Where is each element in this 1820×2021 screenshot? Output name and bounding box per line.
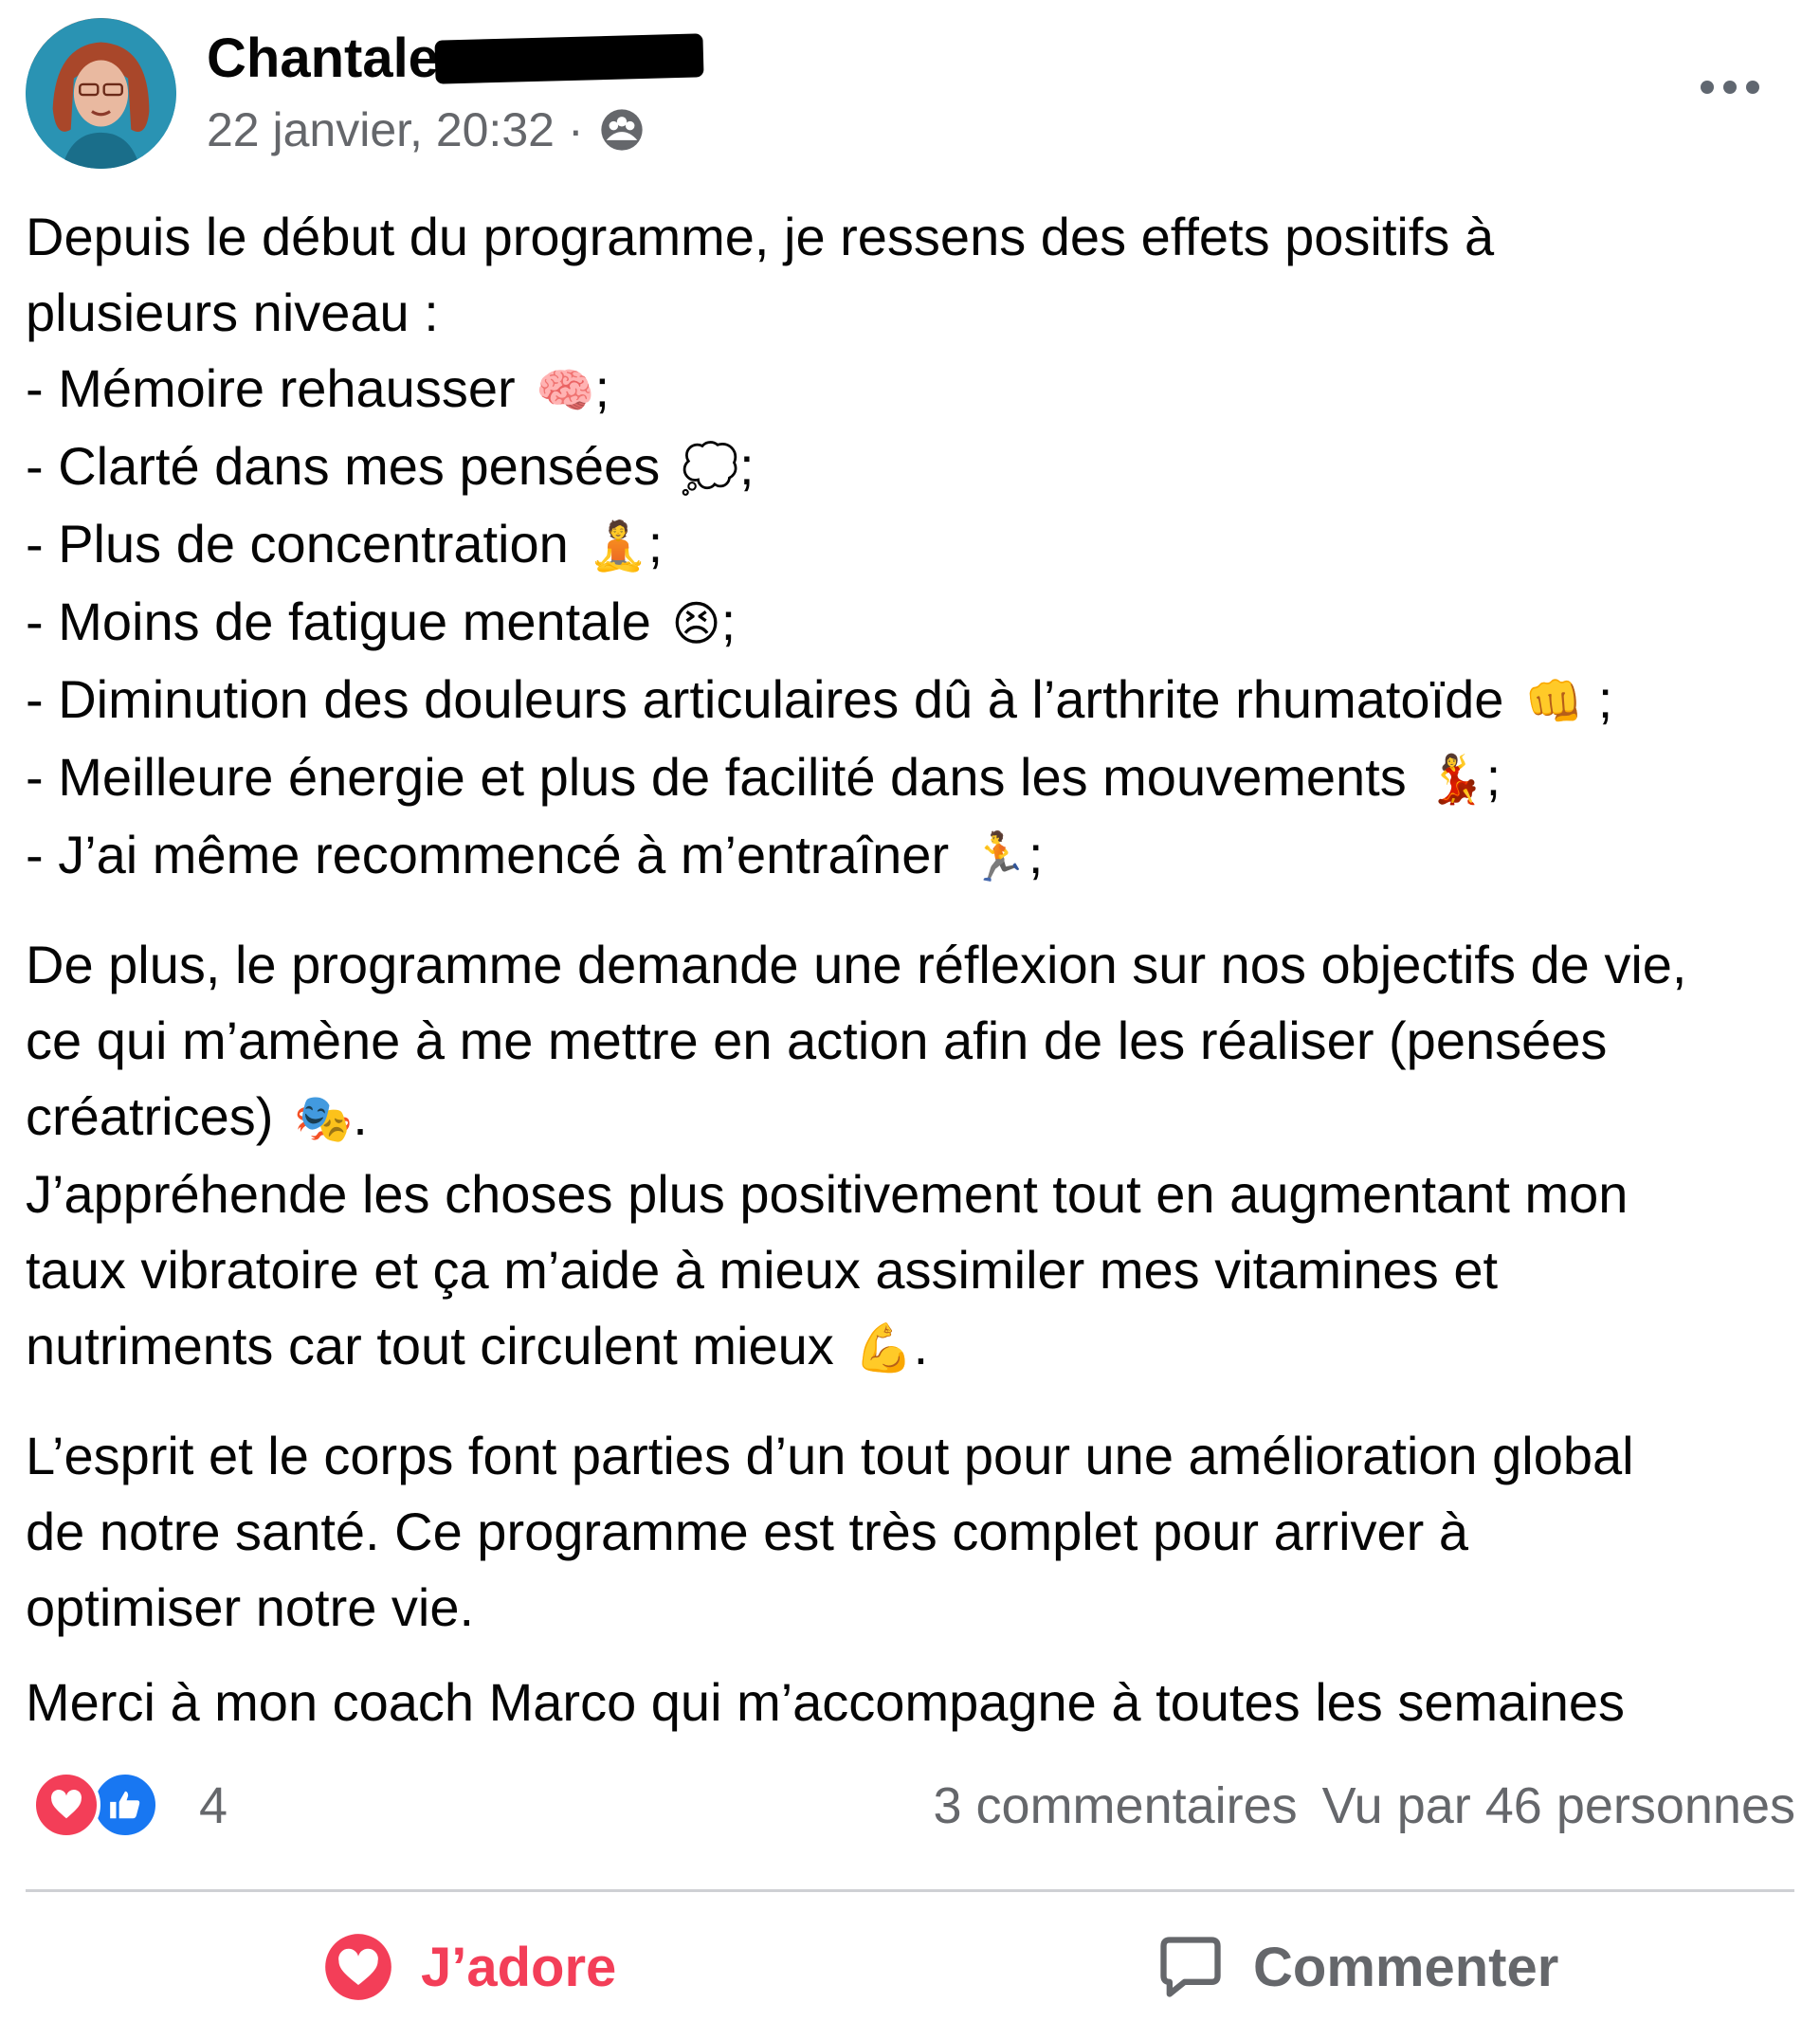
post-timestamp[interactable]: 22 janvier, 20:32 (207, 102, 555, 157)
engagement-stats: 3 commentaires Vu par 46 personnes (934, 1776, 1796, 1835)
paragraph-line: Merci à mon coach Marco qui m’accompagne… (26, 1672, 1625, 1732)
meta-separator: · (567, 103, 584, 156)
love-reaction-icon[interactable] (32, 1771, 100, 1839)
paragraph-line: nutriments car tout circulent mieux 💪. (26, 1308, 1808, 1386)
brain-icon: 🧠 (536, 363, 595, 418)
post-body: Depuis le début du programme, je ressens… (26, 199, 1808, 1740)
paragraph-line: J’appréhende les choses plus positivemen… (26, 1164, 1629, 1224)
comment-bubble-icon (1160, 1937, 1221, 1997)
more-options-button[interactable] (1692, 59, 1768, 116)
like-reaction-icon[interactable] (91, 1771, 159, 1839)
benefit-text: - Meilleure énergie et plus de facilité … (26, 747, 1407, 807)
flexed-biceps-icon: 💪 (854, 1320, 914, 1375)
paragraph-suffix: . (913, 1316, 929, 1375)
benefit-suffix: ; (720, 592, 737, 651)
benefit-text: - J’ai même recommencé à m’entraîner (26, 825, 950, 884)
comments-count-link[interactable]: 3 commentaires (934, 1777, 1298, 1834)
paragraph-suffix: . (353, 1086, 368, 1146)
theater-masks-icon: 🎭 (293, 1091, 354, 1146)
paragraph-line: De plus, le programme demande une réflex… (26, 935, 1687, 994)
benefit-suffix: ; (594, 358, 610, 418)
love-button-label: J’adore (421, 1936, 617, 1998)
reactions-summary: 4 3 commentaires Vu par 46 personnes (32, 1771, 1795, 1843)
benefit-suffix: ; (647, 514, 664, 574)
comment-button-label: Commenter (1253, 1936, 1559, 1998)
paragraph-line: de notre santé. Ce programme est très co… (26, 1502, 1469, 1561)
more-options-icon (1701, 81, 1759, 94)
thought-bubble-icon: 💭 (680, 441, 740, 496)
paragraph-line: créatrices) 🎭. (26, 1079, 1808, 1156)
benefit-line: - J’ai même recommencé à m’entraîner 🏃; (26, 817, 1808, 895)
reaction-count[interactable]: 4 (199, 1776, 228, 1835)
actions-divider (26, 1889, 1794, 1892)
paragraph-text: créatrices) (26, 1086, 274, 1146)
benefit-line: - Meilleure énergie et plus de facilité … (26, 739, 1808, 817)
benefit-suffix: ; (739, 436, 755, 496)
benefit-line: - Mémoire rehausser 🧠; (26, 351, 1808, 428)
author-avatar[interactable] (26, 18, 176, 169)
author-first-name[interactable]: Chantale (207, 27, 439, 90)
love-heart-icon (325, 1934, 391, 2000)
group-audience-icon[interactable] (597, 105, 646, 155)
benefit-line: - Plus de concentration 🧘; (26, 506, 1808, 584)
paragraph-line: taux vibratoire et ça m’aide à mieux ass… (26, 1240, 1499, 1300)
paragraph-line: ce qui m’amène à me mettre en action afi… (26, 1010, 1608, 1070)
reaction-icons[interactable] (32, 1771, 159, 1839)
benefit-text: - Diminution des douleurs articulaires d… (26, 669, 1504, 729)
benefit-text: - Clarté dans mes pensées (26, 436, 661, 496)
redaction-bar (434, 32, 704, 84)
paragraph-text: nutriments car tout circulent mieux (26, 1316, 834, 1375)
tired-face-icon: 😣 (671, 596, 721, 651)
benefit-text: - Mémoire rehausser (26, 358, 516, 418)
views-count[interactable]: Vu par 46 personnes (1322, 1777, 1795, 1834)
runner-icon: 🏃 (969, 829, 1028, 884)
benefit-line: - Clarté dans mes pensées 💭; (26, 428, 1808, 506)
love-button[interactable]: J’adore (322, 1924, 616, 2010)
meditation-icon: 🧘 (589, 519, 648, 574)
benefit-text: - Plus de concentration (26, 514, 569, 574)
dancer-icon: 💃 (1427, 752, 1486, 807)
intro-line: plusieurs niveau : (26, 282, 439, 342)
intro-line: Depuis le début du programme, je ressens… (26, 207, 1495, 266)
fist-icon: 👊 (1523, 674, 1584, 729)
post-meta: 22 janvier, 20:32 · (207, 102, 646, 157)
comment-button[interactable]: Commenter (1155, 1924, 1558, 2010)
benefit-line: - Diminution des douleurs articulaires d… (26, 662, 1808, 739)
benefit-line: - Moins de fatigue mentale 😣; (26, 584, 1808, 662)
facebook-post: Chantale 22 janvier, 20:32 · Depuis le d… (0, 0, 1820, 2021)
benefit-suffix: ; (1485, 747, 1502, 807)
benefit-text: - Moins de fatigue mentale (26, 592, 651, 651)
author-name[interactable]: Chantale (207, 27, 704, 90)
paragraph-line: optimiser notre vie. (26, 1577, 475, 1637)
benefit-suffix: ; (1583, 669, 1613, 729)
paragraph-line: L’esprit et le corps font parties d’un t… (26, 1426, 1634, 1485)
benefit-suffix: ; (1028, 825, 1044, 884)
